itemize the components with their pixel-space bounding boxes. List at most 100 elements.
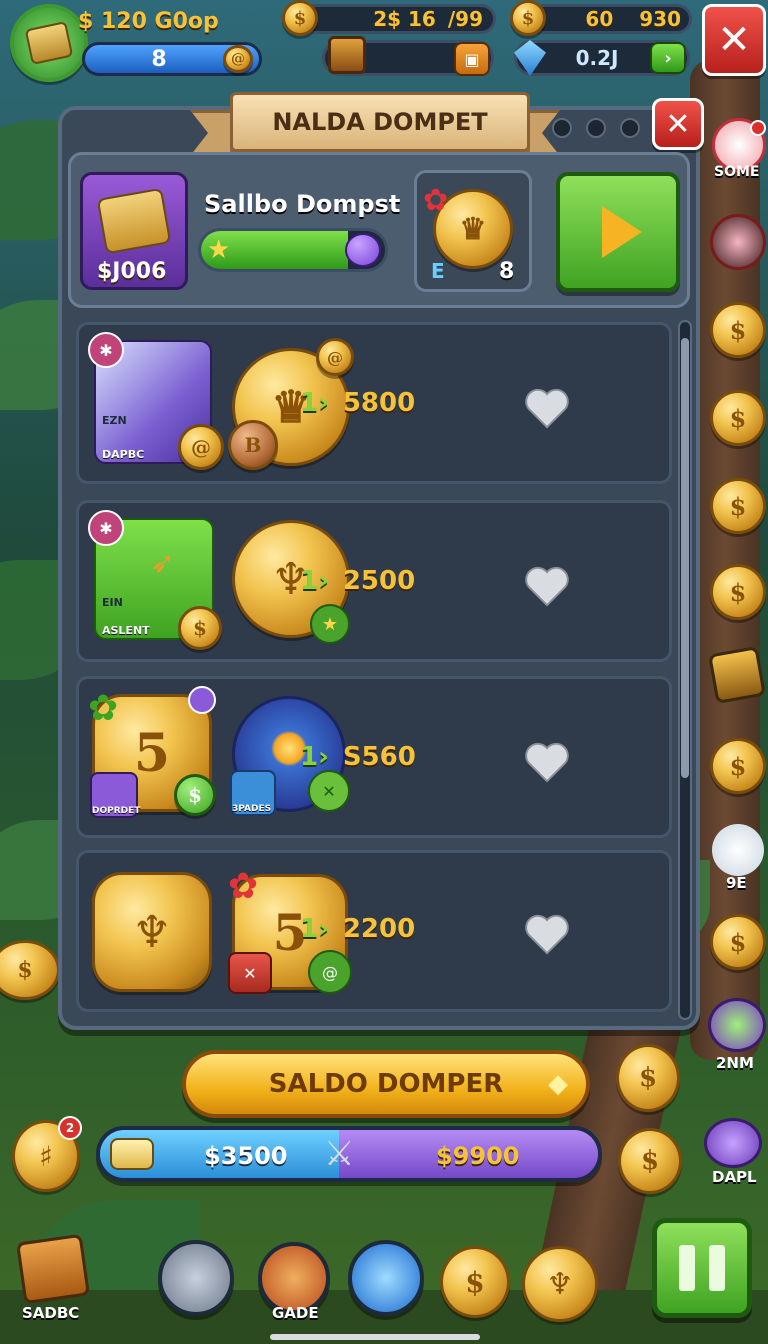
side-avatar-2[interactable] — [710, 214, 766, 270]
gear-badge-icon: ✱ — [88, 332, 124, 368]
scrollbar-thumb[interactable] — [681, 338, 689, 778]
gear-badge-icon: ✱ — [88, 510, 124, 546]
dialog-dot-3 — [620, 118, 640, 138]
heart-icon[interactable] — [524, 740, 570, 784]
coins-icon: $ — [510, 0, 546, 36]
coin-notification-badge: 2 — [58, 1116, 82, 1140]
offer-reward: 1› 5800 — [300, 388, 415, 418]
swirl-badge-icon: @ — [308, 950, 352, 994]
profile-avatar[interactable] — [10, 4, 88, 82]
small-coin-icon: $ — [178, 606, 222, 650]
offer-amount: S560 — [342, 742, 416, 772]
cta-side-coin[interactable]: $ — [616, 1044, 680, 1112]
hud-close-button[interactable]: ✕ — [702, 4, 766, 76]
ribbon-bow-icon: ✿ — [228, 866, 259, 907]
side-coin[interactable]: $ — [710, 738, 766, 794]
ribbon-bow-icon: ✿ — [88, 688, 119, 729]
bronze-coin-icon: B — [228, 420, 278, 470]
offer-qty: 1› — [300, 742, 329, 772]
side-avatar-3[interactable] — [712, 824, 764, 876]
chest-open-button[interactable]: ▣ — [454, 42, 490, 76]
nav-map-button[interactable] — [158, 1240, 234, 1316]
item-tile-icon: DOPRDET — [90, 772, 141, 818]
cancel-badge-icon: ✕ — [228, 952, 272, 994]
offer-tag-bottom: ASLENT — [102, 624, 150, 637]
side-gem-bag[interactable] — [704, 1118, 762, 1168]
coins-value: 60 — [585, 7, 614, 31]
level-bar: 8 @ — [82, 42, 262, 76]
offer-qty: 1› — [300, 914, 329, 944]
nav-coin-1[interactable]: $ — [440, 1246, 510, 1318]
purple-badge-icon — [188, 686, 216, 714]
progress-right-value: $9900 — [436, 1142, 520, 1170]
nav-book-icon[interactable] — [16, 1233, 90, 1305]
close-icon: ✕ — [717, 17, 751, 63]
card-title: Sallbo Dompst — [204, 190, 401, 218]
level-coin-icon: @ — [223, 45, 253, 73]
chest-count: 8 — [499, 259, 515, 284]
chest-reward-tile[interactable]: ♛ ✿ E 8 — [414, 170, 532, 292]
balance-pill: $ 120 G0op — [78, 6, 278, 36]
offer-reward: 1› S560 — [300, 742, 416, 772]
saldo-button-label: SALDO DOMPER — [268, 1069, 504, 1099]
cash-stack-icon — [96, 187, 172, 255]
nav-label-2: GADE — [272, 1304, 319, 1322]
level-value: 8 — [151, 46, 167, 72]
offer-tag-bottom: DOPRDET — [92, 806, 141, 816]
gems-value: 0.2J — [575, 46, 619, 70]
offers-scrollbar[interactable] — [678, 320, 692, 1020]
scroll-icon — [110, 1138, 154, 1170]
chest-letter: E — [431, 259, 445, 283]
side-leaf-orb[interactable] — [708, 998, 766, 1052]
dialog-title: NALDA DOMPET — [272, 108, 488, 136]
wallet-progress: $3500 $9900 ⚔ — [96, 1126, 602, 1182]
offer-tag-top: EIN — [102, 596, 123, 609]
play-button[interactable] — [556, 172, 680, 292]
chevron-right-icon: › — [664, 47, 672, 69]
heart-icon[interactable] — [524, 386, 570, 430]
sword-icon: ⚔ — [324, 1134, 355, 1174]
pause-button[interactable] — [652, 1218, 752, 1318]
energy-max: /99 — [447, 7, 483, 31]
treasure-chest-icon — [328, 36, 366, 74]
side-label-3: 2NM — [716, 1054, 754, 1072]
pause-icon-bar-left — [679, 1245, 695, 1291]
emblem-coin-icon: ♆ — [92, 872, 212, 992]
small-coin-icon: @ — [178, 424, 224, 470]
side-coin[interactable]: $ — [710, 390, 766, 446]
star-badge-icon: ★ — [310, 604, 350, 644]
saldo-button[interactable]: SALDO DOMPER ◆ — [182, 1050, 590, 1118]
dollar-badge-icon: $ — [174, 774, 216, 816]
side-chest-icon[interactable] — [708, 646, 766, 704]
gems-add-button[interactable]: › — [650, 42, 686, 74]
carrot-icon: ➶ — [150, 546, 176, 581]
cross-badge-icon: ✕ — [308, 770, 350, 812]
side-label-2: 9E — [726, 874, 747, 892]
side-coin[interactable]: $ — [710, 302, 766, 358]
side-label-4: DAPL — [712, 1168, 757, 1186]
nav-coin-2[interactable]: ♆ — [522, 1246, 598, 1322]
coin-badge-count: 2 — [65, 1121, 75, 1135]
energy-text: 2$ 16 — [373, 7, 436, 31]
small-coin-icon: @ — [316, 338, 354, 376]
offer-tag-top: EZN — [102, 414, 127, 427]
dialog-title-ribbon: NALDA DOMPET — [230, 92, 530, 152]
heart-icon[interactable] — [524, 564, 570, 608]
energy-coin-icon: $ — [282, 0, 318, 36]
coins-max: 930 — [639, 7, 681, 31]
home-indicator — [270, 1334, 480, 1340]
heart-icon[interactable] — [524, 912, 570, 956]
side-coin[interactable]: $ — [710, 564, 766, 620]
offer-amount: 2200 — [342, 914, 416, 944]
side-coin[interactable]: $ — [710, 478, 766, 534]
nav-gem-button[interactable] — [348, 1240, 424, 1316]
offer-reward: 1› 2200 — [300, 914, 415, 944]
wallet-progress-bar: ★ — [198, 228, 388, 272]
energy-bar: 2$ 16 /99 — [300, 4, 496, 34]
side-notification-badge — [750, 120, 766, 136]
dialog-close-button[interactable]: ✕ — [652, 98, 704, 150]
offer-qty: 1› — [300, 388, 329, 418]
wallet-value: $J006 — [97, 259, 167, 284]
progress-side-coin[interactable]: $ — [618, 1128, 682, 1194]
side-coin[interactable]: $ — [710, 914, 766, 970]
